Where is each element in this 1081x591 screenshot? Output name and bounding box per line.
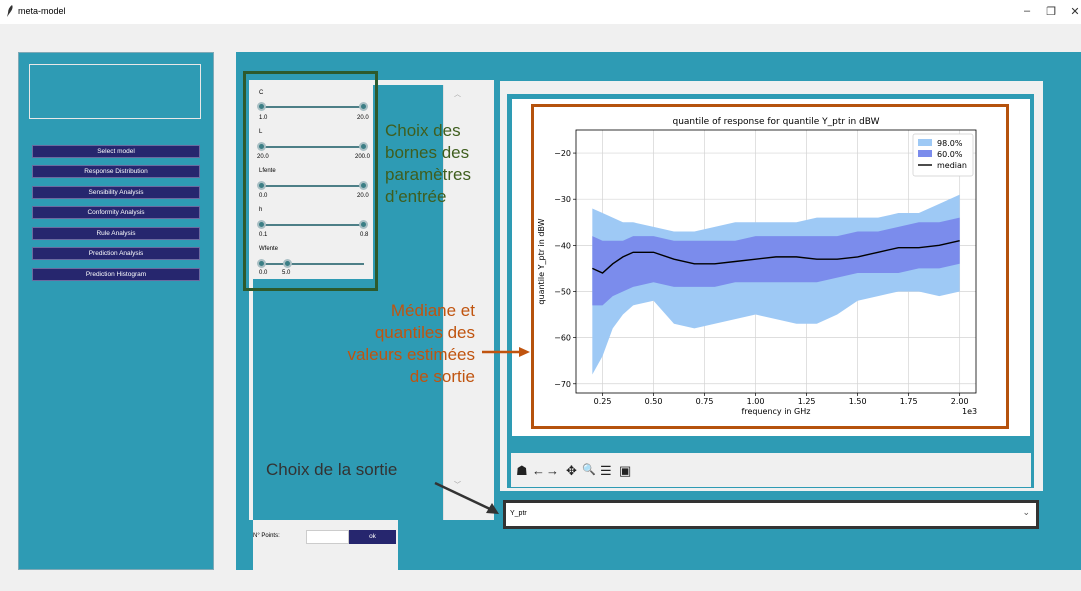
- select-model-button[interactable]: Select model: [32, 145, 200, 158]
- pan-icon[interactable]: ✥: [566, 463, 577, 479]
- rule-analysis-button[interactable]: Rule Analysis: [32, 227, 200, 240]
- chevron-down-icon: ⌄: [1022, 507, 1030, 517]
- prediction-analysis-button[interactable]: Prediction Analysis: [32, 247, 200, 260]
- forward-icon[interactable]: →: [546, 463, 559, 478]
- sensibility-analysis-button[interactable]: Sensibility Analysis: [32, 186, 200, 199]
- chart-highlight-box: [531, 104, 1009, 429]
- prediction-histogram-button[interactable]: Prediction Histogram: [32, 268, 200, 281]
- response-distribution-button[interactable]: Response Distribution: [32, 165, 200, 178]
- scroll-down-icon[interactable]: ﹀: [454, 480, 461, 490]
- npoints-label: N° Points:: [253, 533, 280, 539]
- npoints-input[interactable]: [306, 530, 349, 544]
- bounds-annotation: Choix des bornes des paramètres d’entrée: [385, 121, 471, 206]
- ok-button[interactable]: ok: [349, 530, 396, 544]
- zoom-icon[interactable]: 🔍: [582, 463, 596, 476]
- feather-icon: [7, 5, 13, 17]
- bounds-highlight-box: [243, 71, 378, 291]
- window-title: meta-model: [18, 6, 66, 16]
- output-select[interactable]: Y_ptr ⌄: [503, 500, 1039, 529]
- scroll-up-icon[interactable]: ︿: [454, 89, 461, 99]
- home-icon[interactable]: ☗: [516, 463, 528, 479]
- back-icon[interactable]: ←: [532, 463, 545, 478]
- close-button[interactable]: ✕: [1068, 5, 1081, 18]
- output-annotation: Choix de la sortie: [266, 460, 398, 479]
- restore-button[interactable]: ❐: [1044, 5, 1058, 18]
- footer-strip: [253, 520, 398, 570]
- sidebar-panel: [18, 52, 214, 570]
- minimize-button[interactable]: –: [1020, 5, 1034, 17]
- configure-icon[interactable]: ☰: [600, 463, 612, 479]
- title-bar: [0, 0, 1081, 24]
- logo-area: [29, 64, 201, 119]
- median-annotation: Médiane et quantiles des valeurs estimée…: [347, 301, 475, 386]
- conformity-analysis-button[interactable]: Conformity Analysis: [32, 206, 200, 219]
- save-icon[interactable]: ▣: [619, 463, 631, 479]
- output-select-value: Y_ptr: [510, 510, 527, 517]
